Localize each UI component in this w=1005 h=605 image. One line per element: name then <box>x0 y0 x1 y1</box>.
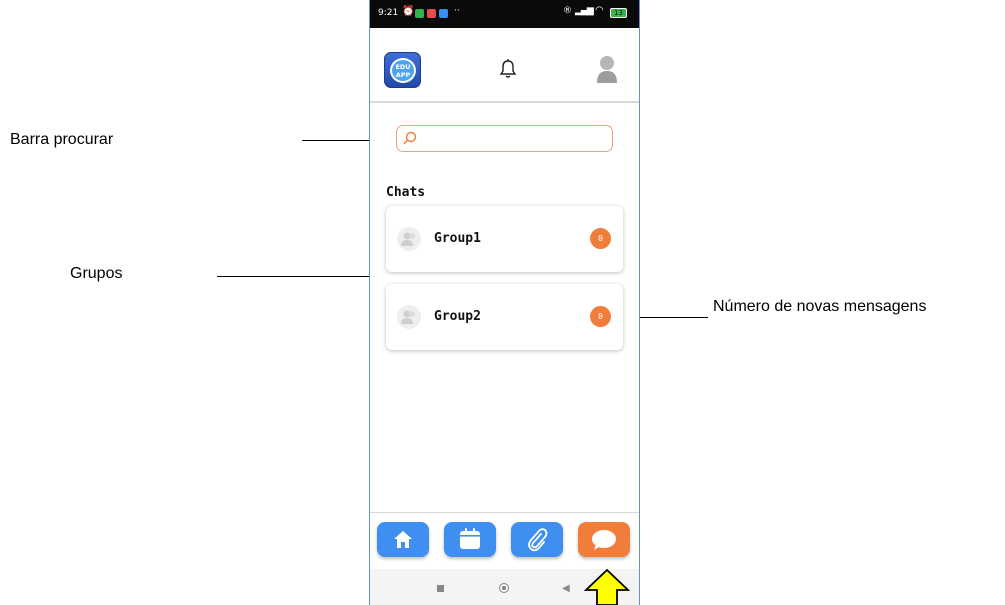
annotation-groups-line <box>217 276 375 277</box>
group-avatar-icon <box>397 227 421 251</box>
nav-chat-button[interactable] <box>578 522 630 557</box>
group-name: Group2 <box>434 309 481 324</box>
nfc-icon: ® <box>563 6 572 16</box>
bell-icon[interactable] <box>499 58 517 80</box>
status-time: 9:21 <box>378 8 399 18</box>
nav-calendar-button[interactable] <box>444 522 496 557</box>
home-circle-icon[interactable] <box>499 583 509 593</box>
chats-heading: Chats <box>386 185 426 200</box>
search-input[interactable] <box>419 130 604 147</box>
home-icon <box>393 530 413 554</box>
app-notification-icon <box>439 9 448 18</box>
more-notifications-icon: ·· <box>454 6 460 16</box>
chat-icon <box>591 529 617 556</box>
alarm-icon: ⏰ <box>402 6 415 17</box>
wifi-icon: ◠ <box>595 5 604 16</box>
nav-home-button[interactable] <box>377 522 429 557</box>
unread-badge: 0 <box>590 228 611 249</box>
app-header: EDU APP <box>370 28 639 103</box>
search-icon <box>403 131 417 145</box>
group-name: Group1 <box>434 231 481 246</box>
yellow-arrow-icon <box>583 568 631 605</box>
group-card[interactable]: Group1 0 <box>386 206 623 272</box>
nav-attachments-button[interactable] <box>511 522 563 557</box>
annotation-groups-label: Grupos <box>70 265 123 282</box>
recent-apps-icon[interactable] <box>437 585 444 592</box>
signal-icon: ▂▄▆ <box>575 6 594 16</box>
paperclip-icon <box>526 528 548 557</box>
calendar-icon <box>459 528 481 555</box>
annotation-search-label: Barra procurar <box>10 131 114 148</box>
group-avatar-icon <box>397 305 421 329</box>
battery-icon: 13 <box>610 8 627 18</box>
user-avatar-icon[interactable] <box>596 54 618 84</box>
logo-text: EDU APP <box>390 58 416 83</box>
status-bar: 9:21 ⏰ ·· ® ▂▄▆ ◠ 13 <box>370 0 639 28</box>
app-notification-icon <box>427 9 436 18</box>
back-icon[interactable]: ◀ <box>562 583 570 594</box>
bottom-nav <box>370 512 639 569</box>
search-bar[interactable] <box>396 125 613 152</box>
group-card[interactable]: Group2 0 <box>386 284 623 350</box>
app-notification-icon <box>415 9 424 18</box>
annotation-new-messages-label: Número de novas mensagens <box>713 298 927 315</box>
app-logo[interactable]: EDU APP <box>384 52 421 88</box>
phone-screen: 9:21 ⏰ ·· ® ▂▄▆ ◠ 13 EDU APP Chats Group… <box>369 0 640 605</box>
unread-badge: 0 <box>590 306 611 327</box>
